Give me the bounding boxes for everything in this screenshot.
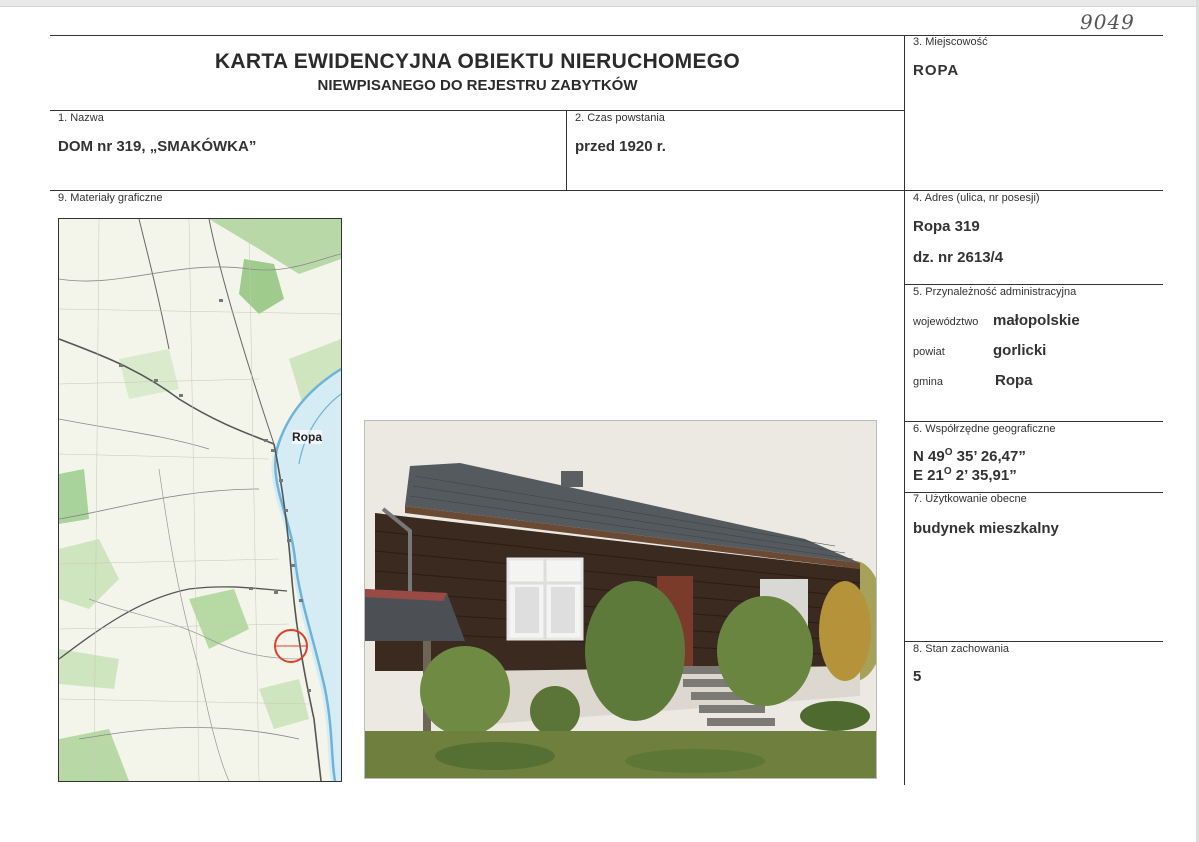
coordinates-label: 6. Współrzędne geograficzne [913,423,1056,435]
locality-label: 3. Miejscowość [913,36,988,48]
house-photograph [364,420,877,779]
commune-value: Ropa [995,372,1033,389]
usage-label: 7. Użytkowanie obecne [913,493,1027,505]
right-separator-4 [904,641,1163,642]
topographic-map-graphic [59,219,341,781]
latitude-value: N 49O 35’ 26,47” [913,447,1026,465]
condition-value: 5 [913,668,922,685]
administrative-label: 5. Przynależność administracyjna [913,286,1077,298]
county-value: gorlicki [993,342,1047,359]
usage-value: budynek mieszkalny [913,520,1059,537]
name-value: DOM nr 319, „SMAKÓWKA” [58,138,257,155]
name-label: 1. Nazwa [58,112,104,124]
condition-label: 8. Stan zachowania [913,643,1010,655]
scan-top-edge [0,0,1199,7]
house-photo-graphic [365,421,876,778]
commune-key: gmina [913,376,943,388]
row-separator-line [50,190,1163,191]
card-subtitle: NIEWPISANEGO DO REJESTRU ZABYTKÓW [317,77,638,94]
title-bottom-line [50,110,905,111]
handwritten-inventory-number: 9049 [1080,10,1135,34]
address-line-1: Ropa 319 [913,218,980,235]
date-value: przed 1920 r. [575,138,666,155]
card-title: KARTA EWIDENCYJNA OBIEKTU NIERUCHOMEGO [214,50,741,73]
county-key: powiat [913,346,945,358]
voivodeship-key: województwo [913,316,979,328]
longitude-value: E 21O 2’ 35,91” [913,466,1017,484]
date-label: 2. Czas powstania [575,112,665,124]
name-date-divider [566,110,567,190]
right-separator-2 [904,421,1163,422]
map-place-label: Ropa [292,430,322,444]
location-map [58,218,342,782]
right-separator-1 [904,284,1163,285]
graphics-label: 9. Materiały graficzne [58,192,163,204]
top-border-line [50,35,1163,36]
address-line-2: dz. nr 2613/4 [913,249,1004,266]
right-column-divider [904,35,905,785]
voivodeship-value: małopolskie [993,312,1080,329]
locality-value: ROPA [913,62,960,79]
address-label: 4. Adres (ulica, nr posesji) [913,192,1040,204]
